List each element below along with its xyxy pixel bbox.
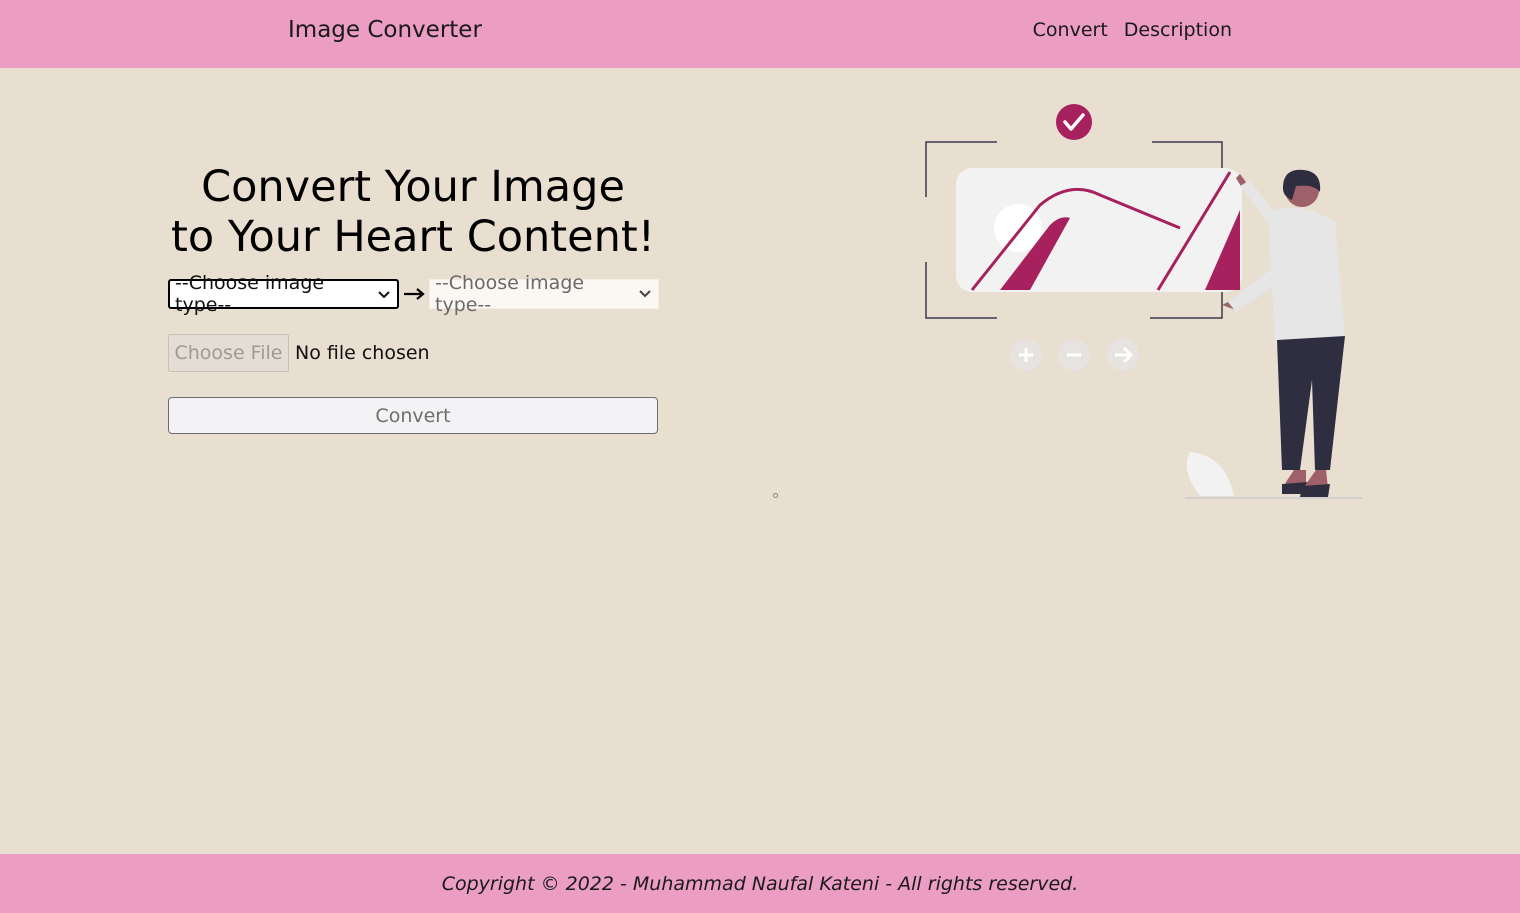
file-status-text: No file chosen [295, 342, 430, 364]
check-icon [1056, 104, 1092, 140]
brand-title[interactable]: Image Converter [288, 17, 482, 43]
minus-icon [1058, 339, 1090, 371]
hero-title-line1: Convert Your Image [201, 162, 625, 212]
hero-title: Convert Your Image to Your Heart Content… [168, 162, 658, 262]
plus-icon [1010, 339, 1042, 371]
file-input: Choose File No file chosen [168, 334, 430, 372]
type-select-row: --Choose image type-- --Choose image typ… [168, 272, 659, 316]
choose-file-button[interactable]: Choose File [168, 334, 289, 372]
to-type-select-value: --Choose image type-- [435, 272, 585, 316]
spinner-dot [773, 493, 778, 498]
nav-link-description[interactable]: Description [1124, 19, 1232, 41]
from-type-select[interactable]: --Choose image type-- [168, 272, 399, 316]
main-content: Convert Your Image to Your Heart Content… [0, 68, 1520, 854]
navbar: Image Converter Convert Description [0, 0, 1520, 68]
copyright-text: Copyright © 2022 - Muhammad Naufal Katen… [441, 872, 1079, 895]
long-right-arrow-icon [399, 287, 429, 301]
nav-link-convert[interactable]: Convert [1033, 19, 1108, 41]
nav-links: Convert Description [1033, 19, 1232, 41]
to-type-select[interactable]: --Choose image type-- [429, 272, 659, 316]
from-type-select-value: --Choose image type-- [175, 272, 325, 316]
chevron-down-icon [639, 290, 651, 298]
right-arrow-icon [1107, 339, 1139, 371]
footer: Copyright © 2022 - Muhammad Naufal Katen… [0, 854, 1520, 913]
image-converter-illustration [925, 104, 1362, 499]
chevron-down-icon [378, 291, 390, 299]
hero-title-line2: to Your Heart Content! [171, 212, 655, 262]
leaf-shape [1186, 452, 1234, 496]
convert-button[interactable]: Convert [168, 397, 658, 434]
